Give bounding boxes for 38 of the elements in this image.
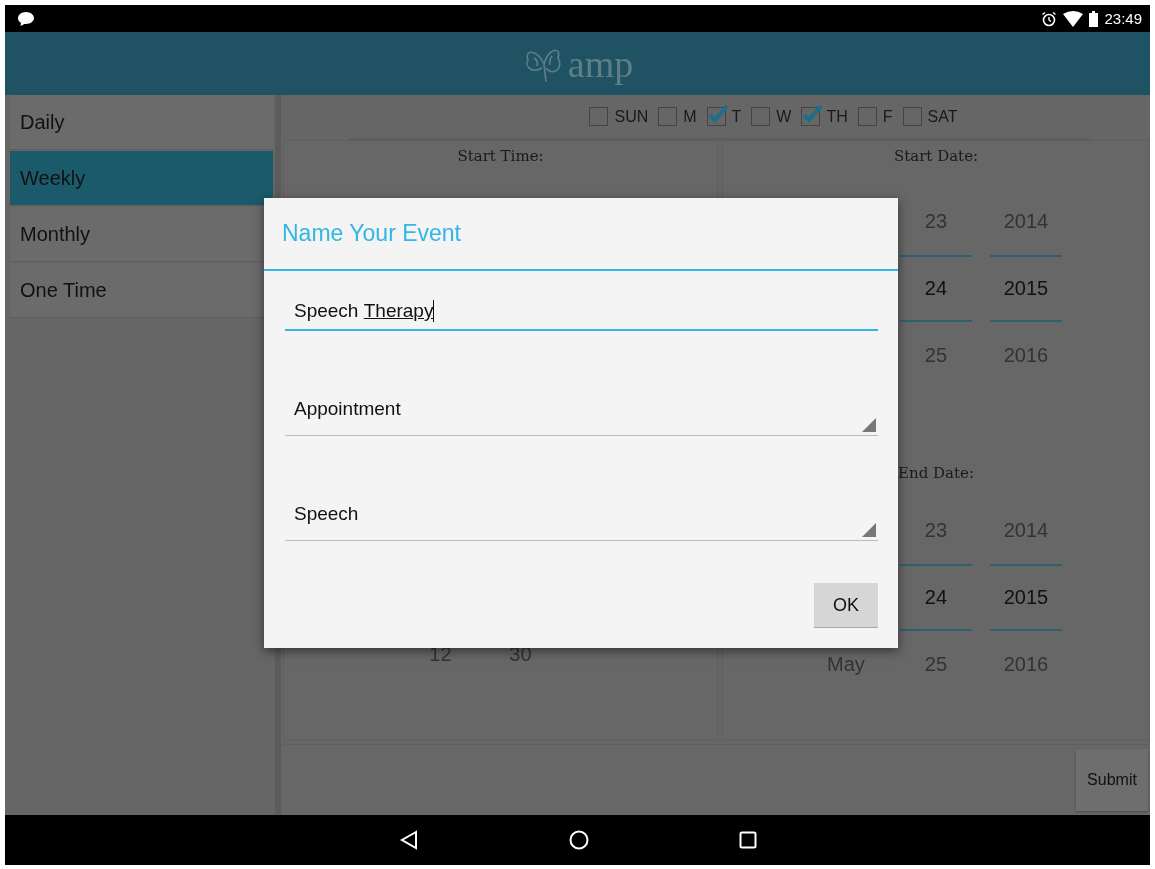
- checkbox[interactable]: [857, 107, 877, 126]
- dropdown-corner-icon: [862, 523, 876, 537]
- day-label: SUN: [614, 107, 649, 126]
- home-icon[interactable]: [568, 830, 589, 850]
- checkbox[interactable]: [801, 107, 821, 126]
- day-label: M: [683, 107, 697, 126]
- submit-button[interactable]: Submit: [1076, 749, 1148, 811]
- app-logo-text: amp: [567, 44, 634, 83]
- sidebar-item[interactable]: Daily: [10, 95, 273, 150]
- dropdown[interactable]: Appointment: [285, 383, 878, 436]
- chat-bubble-icon: [17, 10, 35, 27]
- clock-time: 23:49: [1104, 10, 1142, 27]
- picker-value[interactable]: 2015: [990, 255, 1062, 322]
- sidebar-item[interactable]: Weekly: [10, 151, 273, 206]
- checkbox[interactable]: [589, 107, 609, 126]
- day-label: TH: [826, 107, 848, 126]
- checkbox[interactable]: [706, 107, 726, 126]
- picker-value[interactable]: 2015: [990, 564, 1062, 631]
- day-label: F: [882, 107, 893, 126]
- wifi-icon: [1063, 10, 1084, 27]
- day-label: W: [776, 107, 792, 126]
- day-label: SAT: [927, 107, 958, 126]
- start-date-label: Start Date:: [893, 147, 979, 165]
- checkbox[interactable]: [751, 107, 771, 126]
- battery-icon: [1089, 10, 1099, 27]
- back-icon[interactable]: [398, 830, 419, 850]
- dropdown-corner-icon: [862, 418, 876, 432]
- ok-button[interactable]: OK: [814, 583, 878, 628]
- dialog-title: Name Your Event: [264, 198, 898, 271]
- dropdown[interactable]: Speech: [285, 488, 878, 541]
- alarm-icon: [1041, 10, 1058, 27]
- recents-icon[interactable]: [738, 831, 757, 849]
- checkbox[interactable]: [658, 107, 678, 126]
- day-label: T: [731, 107, 742, 126]
- checkbox[interactable]: [902, 107, 922, 126]
- end-date-label: End Date:: [898, 464, 974, 482]
- name-field[interactable]: Speech Therapy: [285, 293, 878, 331]
- start-time-label: Start Time:: [457, 147, 544, 165]
